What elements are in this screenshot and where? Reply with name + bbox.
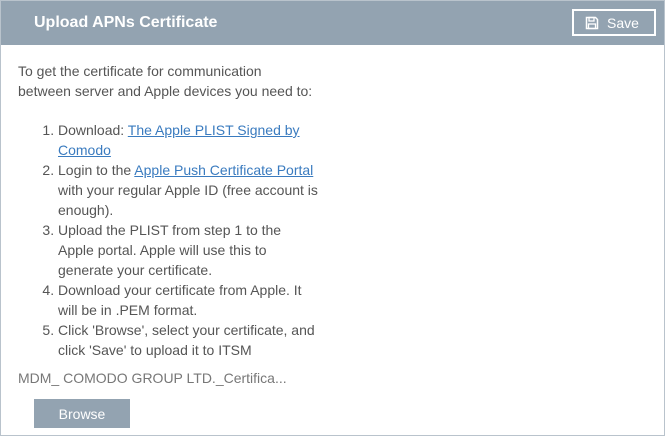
step-2-prefix: Login to the <box>58 162 135 178</box>
selected-file-name: MDM_ COMODO GROUP LTD._Certifica... <box>18 370 287 386</box>
browse-button[interactable]: Browse <box>34 399 130 428</box>
save-button-label: Save <box>607 15 639 31</box>
dialog-title: Upload APNs Certificate <box>34 14 218 31</box>
step-4: Download your certificate from Apple. It… <box>58 280 318 320</box>
step-2: Login to the Apple Push Certificate Port… <box>58 160 318 220</box>
floppy-disk-icon <box>585 16 599 30</box>
apple-push-portal-link[interactable]: Apple Push Certificate Portal <box>134 162 313 178</box>
instructions: To get the certificate for communication… <box>18 61 318 360</box>
dialog-header: Upload APNs Certificate Save <box>1 1 664 45</box>
steps-list: Download: The Apple PLIST Signed by Como… <box>18 120 318 360</box>
step-1-text: Download: <box>58 122 128 138</box>
instructions-intro: To get the certificate for communication… <box>18 63 313 99</box>
step-1: Download: The Apple PLIST Signed by Como… <box>58 120 318 160</box>
step-2-suffix: with your regular Apple ID (free account… <box>58 182 318 218</box>
save-button[interactable]: Save <box>572 9 656 36</box>
upload-apns-dialog: Upload APNs Certificate Save To get the … <box>0 0 665 436</box>
step-3: Upload the PLIST from step 1 to the Appl… <box>58 220 318 280</box>
step-5: Click 'Browse', select your certificate,… <box>58 320 318 360</box>
